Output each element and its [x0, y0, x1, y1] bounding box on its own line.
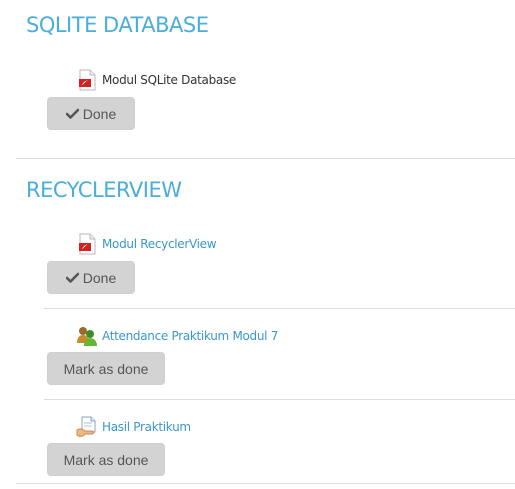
pdf-icon: [76, 233, 98, 255]
check-icon: [65, 108, 79, 119]
mark-as-done-button[interactable]: Mark as done: [47, 443, 165, 476]
section-divider: [16, 158, 515, 159]
activity-divider: [44, 399, 515, 400]
assignment-icon: [76, 416, 98, 438]
activity-link[interactable]: Attendance Praktikum Modul 7: [102, 329, 278, 343]
activity-modul-sqlite-database[interactable]: Modul SQLite Database: [76, 69, 236, 91]
activity-divider: [44, 308, 515, 309]
activity-attendance-praktikum-modul-7[interactable]: Attendance Praktikum Modul 7: [76, 325, 278, 347]
mark-as-done-label: Mark as done: [63, 360, 149, 377]
done-button-label: Done: [82, 105, 117, 122]
section-divider: [16, 483, 515, 484]
check-icon: [65, 272, 79, 283]
done-button-label: Done: [82, 269, 117, 286]
activity-link[interactable]: Hasil Praktikum: [102, 420, 191, 434]
done-button[interactable]: Done: [47, 261, 135, 294]
done-button[interactable]: Done: [47, 97, 135, 130]
section-title: RECYCLERVIEW: [26, 178, 182, 202]
activity-name: Modul SQLite Database: [102, 73, 237, 87]
activity-modul-recyclerview[interactable]: Modul RecyclerView: [76, 233, 217, 255]
attendance-icon: [76, 325, 98, 347]
pdf-icon: [76, 69, 98, 91]
mark-as-done-label: Mark as done: [63, 451, 149, 468]
activity-hasil-praktikum[interactable]: Hasil Praktikum: [76, 416, 191, 438]
section-title: SQLITE DATABASE: [26, 13, 209, 37]
mark-as-done-button[interactable]: Mark as done: [47, 352, 165, 385]
activity-link[interactable]: Modul RecyclerView: [102, 237, 217, 251]
